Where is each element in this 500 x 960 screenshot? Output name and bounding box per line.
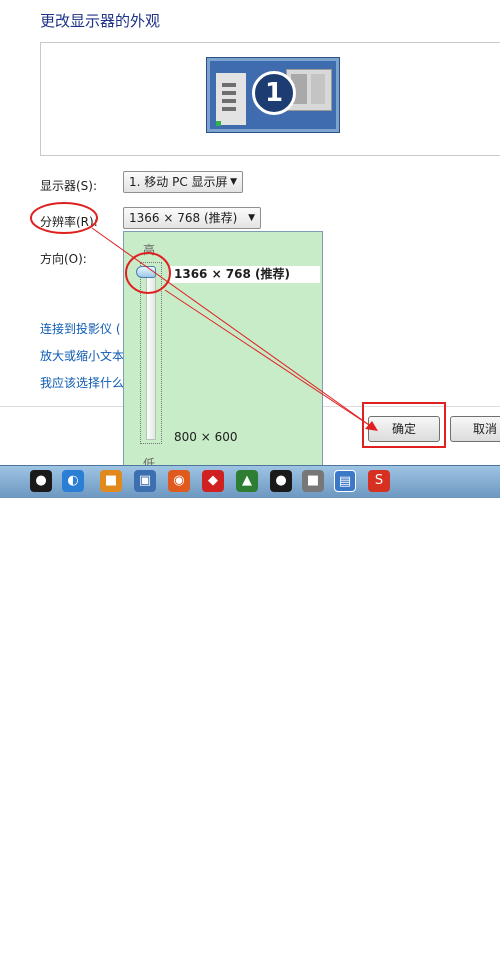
annotation-circle-slider-thumb: [125, 252, 171, 294]
media-icon[interactable]: ■: [100, 470, 122, 492]
annotation-arrow-line: [164, 289, 373, 428]
app-red-icon[interactable]: ◆: [202, 470, 224, 492]
annotation-box-ok-button: [362, 402, 446, 448]
qq-tray-icon[interactable]: ●: [270, 470, 292, 492]
taskbar: ● ◐ ■ ▣ ◉ ◆ ▲ ● ■ ▤ S Bai经验 jingyan.baid…: [0, 465, 500, 960]
sogou-input-icon[interactable]: S: [368, 470, 390, 492]
annotation-circle-resolution-label: [30, 202, 98, 234]
display-settings-taskbar-icon[interactable]: ▤: [334, 470, 356, 492]
app-grey-icon[interactable]: ■: [302, 470, 324, 492]
annotation-arrow-line: [91, 227, 373, 428]
qq-penguin-icon[interactable]: ●: [30, 470, 52, 492]
browser-icon[interactable]: ◐: [62, 470, 84, 492]
app-green-icon[interactable]: ▲: [236, 470, 258, 492]
annotation-arrowhead: [365, 421, 378, 431]
watermark-url: jingyan.baidu.com: [420, 951, 494, 960]
app-icon[interactable]: ▣: [134, 470, 156, 492]
annotation-overlay: [30, 202, 446, 448]
firefox-icon[interactable]: ◉: [168, 470, 190, 492]
